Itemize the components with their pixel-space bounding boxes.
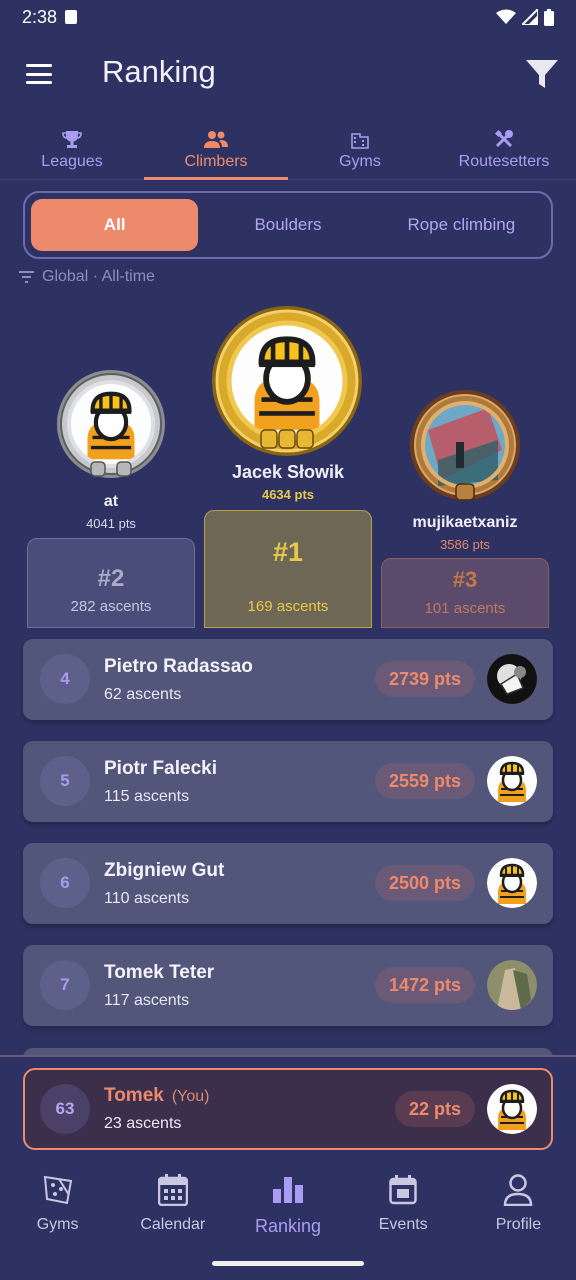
climber-points: 2500 pts [374,865,475,901]
list-item[interactable]: 6 Zbigniew Gut 110 ascents 2500 pts [23,843,553,924]
tab-climbers-label: Climbers [184,152,248,170]
podium-third-rank: #3 [452,567,478,592]
tab-leagues[interactable]: Leagues [0,118,144,179]
nav-calendar-label: Calendar [140,1216,206,1233]
avatar [487,960,537,1010]
climber-name: Piotr Falecki [104,758,217,779]
climber-ascents: 115 ascents [104,788,190,805]
nav-gyms-label: Gyms [36,1216,79,1233]
silver-medal-avatar[interactable] [55,370,167,482]
rank-number: 7 [40,960,90,1010]
climber-name: Tomek Teter [104,962,215,983]
bronze-medal-avatar[interactable] [408,390,522,504]
rank-number: 5 [40,756,90,806]
list-item[interactable]: 7 Tomek Teter 117 ascents 1472 pts [23,945,553,1026]
climber-points: 2559 pts [374,763,475,799]
climber-ascents: 110 ascents [104,890,190,907]
podium-second-ascents: 282 ascents [70,598,152,615]
current-user-row[interactable]: 63 Tomek (You) 23 ascents 22 pts [23,1068,553,1150]
podium-first-name: Jacek Słowik [231,462,345,482]
signal-icon [522,9,538,25]
gold-medal-avatar[interactable] [208,306,366,458]
filter-list-icon [19,271,34,283]
tab-gyms[interactable]: Gyms [288,118,432,179]
current-user-points: 22 pts [394,1091,475,1127]
podium-third-plinth[interactable]: #3 101 ascents [381,558,549,628]
active-filter-info[interactable]: Global · All-time [19,268,155,286]
menu-icon[interactable] [26,64,52,84]
climber-name: Pietro Radassao [104,656,253,677]
nav-events-label: Events [378,1216,428,1233]
bar-chart-icon [273,1177,303,1203]
avatar [487,756,537,806]
ranking-tabs: Leagues Climbers Gyms Routesetters [0,118,576,180]
climbing-wall-icon [43,1175,72,1205]
building-icon [351,132,369,149]
podium-third-ascents: 101 ascents [424,600,506,617]
tab-climbers[interactable]: Climbers [144,118,288,180]
podium-first-points: 4634 pts [261,487,315,502]
app-bar: Ranking [0,38,576,110]
segment-all[interactable]: All [31,199,199,251]
filter-icon[interactable] [524,56,560,92]
nav-ranking-label: Ranking [254,1216,322,1236]
nav-profile[interactable]: Profile [461,1160,576,1280]
podium-third-points: 3586 pts [440,537,490,552]
segment-rope-climbing[interactable]: Rope climbing [378,199,545,251]
list-item[interactable]: 5 Piotr Falecki 115 ascents 2559 pts [23,741,553,822]
climber-ascents: 62 ascents [104,686,182,703]
avatar [487,1084,537,1134]
tools-icon [494,129,513,147]
rank-number: 4 [40,654,90,704]
climber-name: Zbigniew Gut [104,860,225,881]
you-tag: (You) [171,1088,210,1105]
trophy-icon [62,130,82,148]
nav-profile-label: Profile [495,1216,542,1233]
tab-routesetters[interactable]: Routesetters [432,118,576,179]
podium-first-ascents: 169 ascents [247,598,329,615]
list-item[interactable]: 4 Pietro Radassao 62 ascents 2739 pts [23,639,553,720]
climber-points: 2739 pts [374,661,475,697]
filter-info-text: Global · All-time [42,268,155,285]
event-icon [389,1175,417,1205]
discipline-selector: All Boulders Rope climbing [23,191,553,259]
tab-leagues-label: Leagues [41,152,103,170]
page-title: Ranking [102,54,216,89]
sd-card-icon [65,10,78,24]
status-time: 2:38 [22,6,58,27]
wifi-icon [496,9,516,24]
battery-icon [544,8,554,26]
climber-ascents: 117 ascents [104,992,190,1009]
segment-boulders[interactable]: Boulders [204,199,371,251]
status-bar: 2:38 [0,0,576,34]
podium-second-rank: #2 [97,565,125,592]
podium-second-plinth[interactable]: #2 282 ascents [27,538,195,628]
person-icon [504,1174,533,1206]
avatar [487,858,537,908]
home-indicator[interactable] [212,1261,364,1266]
current-user-ascents: 23 ascents [104,1115,182,1132]
current-user-bar: 63 Tomek (You) 23 ascents 22 pts [0,1057,576,1157]
podium-first-rank: #1 [272,537,304,567]
nav-gyms[interactable]: Gyms [0,1160,115,1280]
current-user-rank: 63 [40,1084,90,1134]
podium-third-name: mujikaetxaniz [412,514,518,531]
rank-number: 6 [40,858,90,908]
podium-second-name: at [103,493,119,510]
calendar-icon [157,1174,188,1206]
climber-points: 1472 pts [374,967,475,1003]
tab-gyms-label: Gyms [339,152,381,170]
current-user-name: Tomek [104,1085,164,1106]
tab-routesetters-label: Routesetters [458,152,550,170]
podium-second-points: 4041 pts [86,516,136,531]
people-icon [204,130,228,148]
podium-first-plinth[interactable]: #1 169 ascents [204,510,372,628]
avatar [487,654,537,704]
